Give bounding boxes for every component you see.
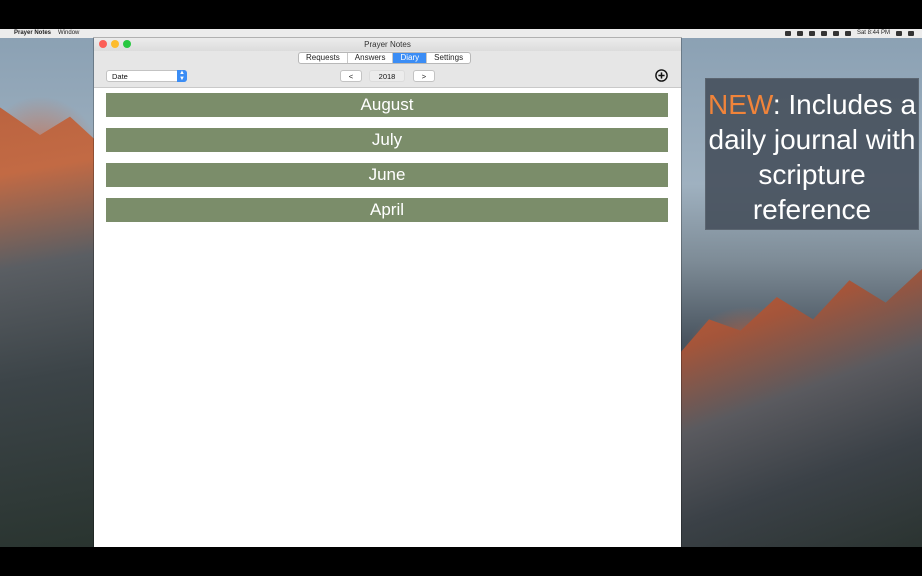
menubar-tray: Sat 8:44 PM [784, 29, 922, 38]
minimize-button[interactable] [111, 40, 119, 48]
menubar-clock[interactable]: Sat 8:44 PM [857, 29, 890, 38]
wallpaper-mountain-left [0, 107, 100, 547]
black-letterbox-bottom [0, 547, 922, 576]
window-titlebar[interactable]: Prayer Notes [94, 38, 681, 51]
tab-bar: Requests Answers Diary Settings [94, 51, 681, 65]
display-icon[interactable] [796, 31, 803, 36]
notification-list-icon[interactable] [908, 31, 914, 36]
sort-select-value: Date [112, 72, 128, 81]
black-letterbox-top [0, 0, 922, 29]
month-row-april[interactable]: April [106, 198, 668, 222]
tab-segmented-control: Requests Answers Diary Settings [298, 52, 472, 64]
tab-answers[interactable]: Answers [348, 53, 394, 63]
month-row-june[interactable]: June [106, 163, 668, 187]
wifi-icon[interactable] [844, 31, 851, 36]
app-window: Prayer Notes Requests Answers Diary Sett… [94, 38, 681, 569]
month-row-july[interactable]: July [106, 128, 668, 152]
month-row-august[interactable]: August [106, 93, 668, 117]
tab-requests[interactable]: Requests [299, 53, 348, 63]
airplay-icon[interactable] [808, 31, 815, 36]
previous-year-button[interactable]: < [340, 70, 362, 82]
diary-toolbar: Date ▲ ▼ < 2018 > [94, 65, 681, 88]
select-arrows-icon: ▲ ▼ [177, 70, 187, 82]
sort-select[interactable]: Date ▲ ▼ [106, 70, 187, 82]
promo-highlight: NEW [707, 89, 773, 120]
volume-icon[interactable] [820, 31, 827, 36]
year-label: 2018 [369, 70, 405, 82]
system-menubar: Prayer Notes Window Sat 8:44 PM [0, 29, 922, 38]
search-icon[interactable] [896, 31, 902, 36]
tab-settings[interactable]: Settings [427, 53, 470, 63]
next-year-button[interactable]: > [413, 70, 435, 82]
menu-window[interactable]: Window [58, 29, 79, 38]
zoom-button[interactable] [123, 40, 131, 48]
menu-app-name[interactable]: Prayer Notes [14, 29, 51, 38]
promo-callout: NEW: Includes a daily journal with scrip… [705, 78, 919, 230]
wallpaper-mountain-right [680, 269, 922, 547]
month-list: August July June April [94, 88, 681, 222]
window-title: Prayer Notes [364, 40, 411, 49]
close-button[interactable] [99, 40, 107, 48]
clock-icon[interactable] [832, 31, 839, 36]
dropbox-icon[interactable] [784, 31, 791, 36]
add-entry-icon[interactable] [655, 69, 668, 82]
tab-diary[interactable]: Diary [393, 53, 428, 63]
